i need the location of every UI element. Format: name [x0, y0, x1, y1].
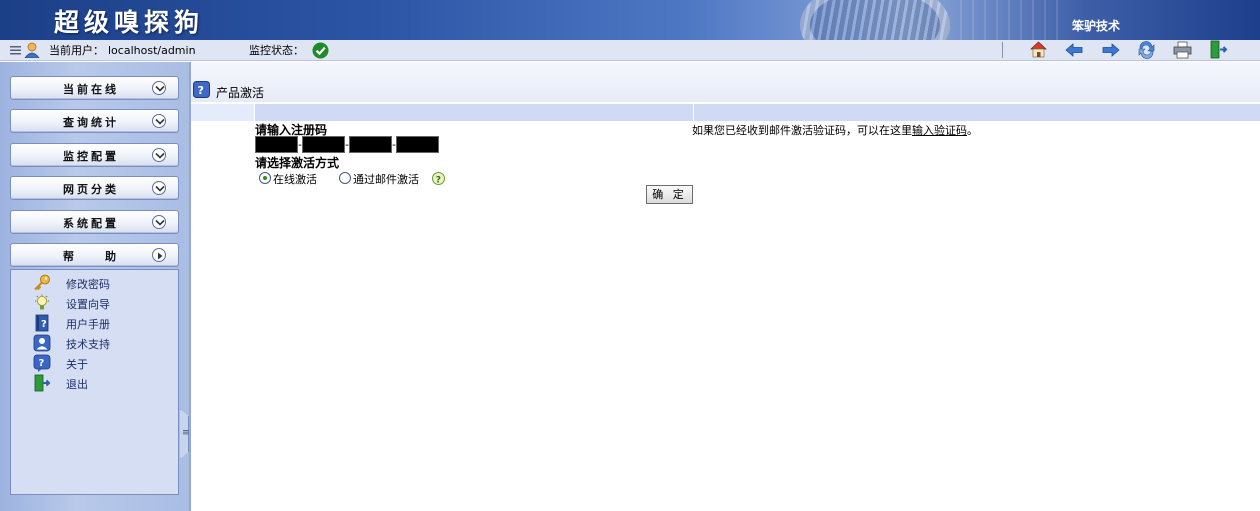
radio-online-activation[interactable] — [259, 172, 271, 184]
form-header-strip — [191, 104, 1260, 121]
hint-suffix: 。 — [967, 124, 978, 137]
page-header: ? 产品激活 — [191, 62, 1260, 102]
chevron-down-icon — [152, 181, 166, 195]
company-name: 笨驴技术 — [1072, 19, 1121, 33]
reg-code-input-4[interactable] — [396, 136, 439, 153]
help-item-label: 关于 — [66, 358, 88, 371]
radio-email-activation[interactable] — [339, 172, 351, 184]
refresh-icon[interactable] — [1137, 41, 1156, 59]
menu-list-icon — [10, 46, 21, 55]
home-icon[interactable] — [1029, 40, 1048, 59]
page-title: 产品激活 — [216, 86, 265, 100]
radio-label: 在线激活 — [273, 173, 317, 186]
help-submenu: 修改密码 设置向导 ? 用户手册 技术支持 ? 关于 退出 — [10, 269, 179, 495]
forward-arrow-icon[interactable] — [1101, 41, 1120, 59]
radio-label: 通过邮件激活 — [353, 173, 419, 186]
nav-label: 帮 助 — [63, 250, 119, 263]
chevron-down-icon — [152, 215, 166, 229]
current-user-value: localhost/admin — [108, 44, 196, 57]
exit-door-icon — [34, 374, 51, 392]
svg-text:?: ? — [436, 175, 441, 185]
hint-text: 如果您已经收到邮件激活验证码，可以在这里 — [692, 124, 912, 137]
key-icon — [34, 274, 50, 291]
toolbar-separator — [1002, 42, 1003, 58]
help-item-label: 设置向导 — [66, 298, 110, 311]
chevron-down-icon — [152, 114, 166, 128]
activation-options: 在线激活 通过邮件激活 ? — [259, 172, 499, 186]
help-item-label: 退出 — [66, 378, 88, 391]
nav-label: 网页分类 — [63, 183, 119, 196]
reg-code-input-3[interactable] — [349, 136, 392, 153]
nav-label: 查询统计 — [63, 116, 119, 129]
panel-splitter-handle[interactable]: ≡ — [180, 409, 189, 459]
back-arrow-icon[interactable] — [1065, 41, 1084, 59]
app-banner: 超级嗅探狗 笨驴技术 — [0, 0, 1260, 40]
print-icon[interactable] — [1173, 41, 1192, 59]
main-content: ? 产品激活 请输入注册码 - - - 请选择激活方式 在线激活 通过邮件激活 … — [191, 62, 1260, 511]
about-question-icon: ? — [33, 354, 51, 372]
strip-divider — [693, 104, 694, 121]
exit-door-icon[interactable] — [1209, 40, 1228, 59]
reg-code-input-2[interactable] — [302, 136, 345, 153]
chevron-down-icon — [152, 81, 166, 95]
lightbulb-icon — [35, 294, 49, 310]
check-circle-icon — [312, 42, 329, 59]
left-nav-panel: 当前在线 查询统计 监控配置 网页分类 系统配置 帮 助 修改密码 设置向导 ?… — [0, 62, 190, 511]
strip-left-cell — [191, 104, 255, 121]
svg-text:?: ? — [41, 319, 47, 330]
activation-mode-label: 请选择激活方式 — [255, 156, 340, 170]
nav-help[interactable]: 帮 助 — [10, 243, 179, 267]
banner-decoration-stripes — [960, 0, 1060, 40]
enter-code-link[interactable]: 输入验证码 — [912, 124, 967, 137]
chevron-right-icon — [152, 248, 166, 262]
manual-book-icon: ? — [35, 314, 49, 332]
reg-code-input-1[interactable] — [255, 136, 298, 153]
nav-monitor-config[interactable]: 监控配置 — [10, 143, 179, 167]
confirm-button[interactable]: 确 定 — [646, 185, 693, 204]
svg-text:?: ? — [198, 84, 204, 97]
monitor-status-label: 监控状态： — [249, 44, 304, 57]
nav-label: 当前在线 — [63, 83, 119, 96]
activation-hint: 如果您已经收到邮件激活验证码，可以在这里输入验证码。 — [692, 122, 978, 138]
app-title: 超级嗅探狗 — [54, 8, 205, 37]
nav-system-config[interactable]: 系统配置 — [10, 210, 179, 234]
svg-text:?: ? — [39, 358, 45, 369]
nav-current-online[interactable]: 当前在线 — [10, 76, 179, 100]
help-item-label: 用户手册 — [66, 318, 110, 331]
help-item-label: 修改密码 — [66, 278, 110, 291]
user-avatar-icon — [24, 42, 40, 58]
nav-label: 监控配置 — [63, 150, 119, 163]
nav-query-stats[interactable]: 查询统计 — [10, 109, 179, 133]
current-user-label: 当前用户： — [49, 44, 104, 57]
banner-decoration — [800, 0, 950, 40]
question-icon: ? — [193, 81, 210, 98]
nav-label: 系统配置 — [63, 217, 119, 230]
support-person-icon — [33, 334, 51, 352]
help-tip-icon[interactable]: ? — [432, 172, 445, 185]
nav-web-category[interactable]: 网页分类 — [10, 176, 179, 200]
help-item-label: 技术支持 — [66, 338, 110, 351]
status-bar: 当前用户： localhost/admin 监控状态： — [0, 40, 1260, 61]
chevron-down-icon — [152, 148, 166, 162]
